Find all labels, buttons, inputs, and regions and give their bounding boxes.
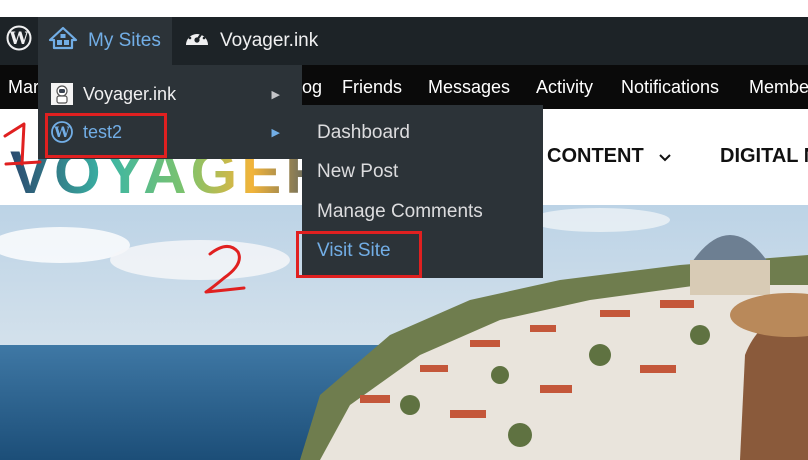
network-sites-icon bbox=[48, 26, 78, 56]
submenu-new-post[interactable]: New Post bbox=[317, 153, 398, 191]
svg-text:2: 2 bbox=[200, 240, 201, 241]
svg-text:1: 1 bbox=[0, 118, 1, 119]
annotation-number-1: 1 bbox=[0, 118, 42, 166]
my-sites-label: My Sites bbox=[88, 30, 161, 51]
astronaut-avatar-icon bbox=[51, 83, 73, 105]
submenu-dashboard[interactable]: Dashboard bbox=[317, 114, 410, 152]
subnav-item-members[interactable]: Membe bbox=[749, 65, 808, 109]
submenu-arrow-icon: ▶ bbox=[271, 88, 280, 101]
dashboard-gauge-icon bbox=[184, 27, 210, 55]
subnav-item-friends[interactable]: Friends bbox=[342, 65, 402, 109]
subnav-item-activity[interactable]: Activity bbox=[536, 65, 593, 109]
chevron-down-icon bbox=[659, 145, 671, 168]
site-name-button[interactable]: Voyager.ink bbox=[172, 17, 318, 65]
annotation-number-2: 2 bbox=[200, 240, 246, 294]
my-sites-menu-button[interactable]: My Sites bbox=[38, 17, 172, 65]
submenu-manage-comments[interactable]: Manage Comments bbox=[317, 193, 483, 231]
subnav-item-blog[interactable]: og bbox=[302, 65, 322, 109]
nav-content[interactable]: CONTENT bbox=[547, 145, 671, 168]
annotation-box-visit-site bbox=[296, 231, 422, 278]
subnav-item-messages[interactable]: Messages bbox=[428, 65, 510, 109]
subnav-item-notifications[interactable]: Notifications bbox=[621, 65, 719, 109]
site-name-label: Voyager.ink bbox=[220, 30, 319, 51]
top-strip bbox=[0, 0, 808, 17]
nav-digital[interactable]: DIGITAL N bbox=[720, 145, 808, 168]
subnav-item-mar[interactable]: Mar bbox=[8, 65, 39, 109]
submenu-arrow-icon: ▶ bbox=[271, 126, 280, 139]
wordpress-logo-icon: W bbox=[6, 25, 32, 57]
wp-logo-button[interactable]: W bbox=[0, 17, 38, 65]
annotation-box-test2 bbox=[45, 113, 167, 158]
admin-bar: W My Sites Voyager.ink bbox=[0, 17, 808, 65]
svg-text:W: W bbox=[8, 29, 29, 49]
nav-content-label: CONTENT bbox=[547, 145, 644, 167]
my-sites-item-voyager-label: Voyager.ink bbox=[83, 83, 177, 104]
